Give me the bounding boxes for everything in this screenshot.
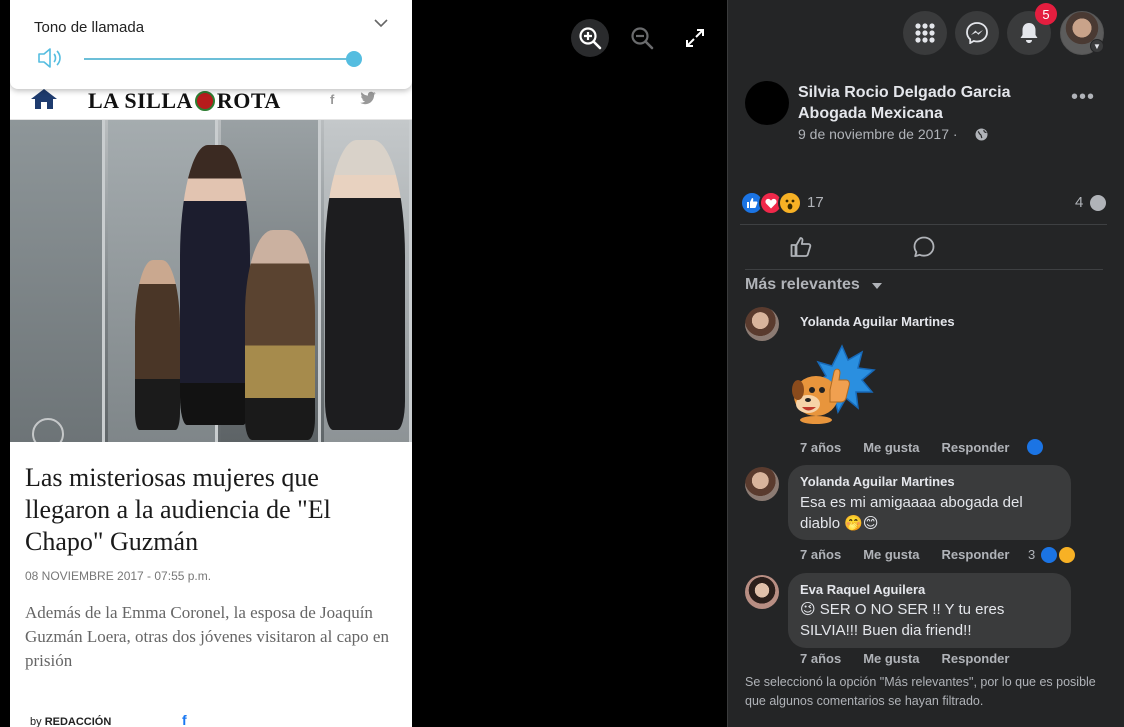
home-icon xyxy=(31,89,57,109)
comment-age[interactable]: 7 años xyxy=(800,440,841,455)
bell-icon xyxy=(1020,23,1038,43)
comment-reply-link[interactable]: Responder xyxy=(942,547,1010,562)
wow-reaction-icon xyxy=(778,191,802,215)
post-options-button[interactable]: ••• xyxy=(1071,86,1095,109)
facebook-icon: f xyxy=(330,92,335,107)
logo-seal-icon xyxy=(194,91,215,111)
article-headline: Las misteriosas mujeres que llegaron a l… xyxy=(25,463,331,556)
comment-actions: 7 años Me gusta Responder xyxy=(800,547,1031,562)
zoom-out-button[interactable] xyxy=(623,19,661,57)
speaker-icon[interactable] xyxy=(37,47,63,69)
messenger-icon xyxy=(966,22,988,44)
caret-down-icon[interactable] xyxy=(872,283,882,289)
divider xyxy=(740,224,1107,225)
comment-button[interactable] xyxy=(912,235,936,259)
fullscreen-button[interactable] xyxy=(676,19,714,57)
filter-notice: Se seleccionó la opción "Más relevantes"… xyxy=(745,675,1096,708)
comment-text: 😉 SER O NO SER !! Y tu eres SILVIA!!! Bu… xyxy=(800,601,1005,639)
comment-text: Esa es mi amigaaaa abogada del diablo 🤭😊 xyxy=(800,494,1023,532)
comment-sort-dropdown[interactable]: Más relevantes xyxy=(745,276,860,294)
messenger-button[interactable] xyxy=(955,11,999,55)
divider xyxy=(745,269,1103,270)
comment-bubble-icon xyxy=(1090,195,1106,211)
menu-button[interactable] xyxy=(903,11,947,55)
screen: LA SILLA ROTA f Las misteriosas mujeres q… xyxy=(0,0,1124,727)
like-reaction-icon[interactable] xyxy=(1039,545,1059,565)
article-photo xyxy=(10,120,412,442)
author-avatar[interactable] xyxy=(745,81,789,125)
zoom-in-icon xyxy=(579,27,602,50)
ringtone-title: Tono de llamada xyxy=(34,19,145,36)
thumbs-up-dog-sticker-icon xyxy=(792,344,876,424)
comment-reply-link[interactable]: Responder xyxy=(942,440,1010,455)
post-date[interactable]: 9 de noviembre de 2017 · xyxy=(798,126,958,142)
comment-reply-link[interactable]: Responder xyxy=(942,651,1010,666)
commenter-avatar[interactable] xyxy=(745,575,779,609)
twitter-icon xyxy=(360,91,376,105)
zoom-out-icon xyxy=(631,27,654,50)
comment-reaction-count[interactable]: 3 xyxy=(1028,547,1035,562)
comment-like-link[interactable]: Me gusta xyxy=(863,547,919,562)
like-reaction-icon[interactable] xyxy=(1025,437,1045,457)
article-byline: by REDACCIÓN xyxy=(30,716,112,727)
post-panel: 5 ▼ Silvia Rocio Delgado Garcia Abogada … xyxy=(727,0,1124,727)
commenter-avatar[interactable] xyxy=(745,307,779,341)
site-logo: LA SILLA ROTA xyxy=(88,88,281,113)
expand-icon xyxy=(686,29,704,47)
comment-age[interactable]: 7 años xyxy=(800,547,841,562)
ringtone-volume-panel: Tono de llamada xyxy=(10,0,412,89)
comments-count[interactable]: 4 xyxy=(1075,194,1083,211)
photo-viewer: LA SILLA ROTA f Las misteriosas mujeres q… xyxy=(0,0,727,727)
comment-like-link[interactable]: Me gusta xyxy=(863,651,919,666)
comment-actions: 7 años Me gusta Responder xyxy=(800,651,1031,666)
comment-like-link[interactable]: Me gusta xyxy=(863,440,919,455)
article-screenshot: LA SILLA ROTA f Las misteriosas mujeres q… xyxy=(10,0,412,727)
article-lead: Además de la Emma Coronel, la esposa de … xyxy=(25,603,389,670)
zoom-in-button[interactable] xyxy=(571,19,609,57)
grid-menu-icon xyxy=(915,23,935,43)
like-button[interactable] xyxy=(789,235,813,259)
article-date: 08 NOVIEMBRE 2017 - 07:55 p.m. xyxy=(25,569,212,583)
reactions-count[interactable]: 17 xyxy=(807,194,824,211)
post-author[interactable]: Silvia Rocio Delgado Garcia Abogada Mexi… xyxy=(798,82,1058,124)
comment-author[interactable]: Yolanda Aguilar Martines xyxy=(800,474,955,489)
comment-author[interactable]: Yolanda Aguilar Martines xyxy=(800,314,955,329)
comment-age[interactable]: 7 años xyxy=(800,651,841,666)
haha-reaction-icon[interactable] xyxy=(1057,545,1077,565)
comment-actions: 7 años Me gusta Responder xyxy=(800,440,1031,455)
volume-slider-thumb[interactable] xyxy=(346,51,362,67)
volume-slider-track[interactable] xyxy=(84,58,354,60)
commenter-avatar[interactable] xyxy=(745,467,779,501)
notification-badge: 5 xyxy=(1035,3,1057,25)
carousel-indicator xyxy=(32,418,64,442)
chevron-down-icon[interactable]: ▼ xyxy=(1090,39,1104,53)
facebook-share-icon: f xyxy=(182,712,187,727)
comment-author[interactable]: Eva Raquel Aguilera xyxy=(800,582,925,597)
globe-icon xyxy=(975,128,988,141)
chevron-down-icon[interactable] xyxy=(374,16,388,30)
